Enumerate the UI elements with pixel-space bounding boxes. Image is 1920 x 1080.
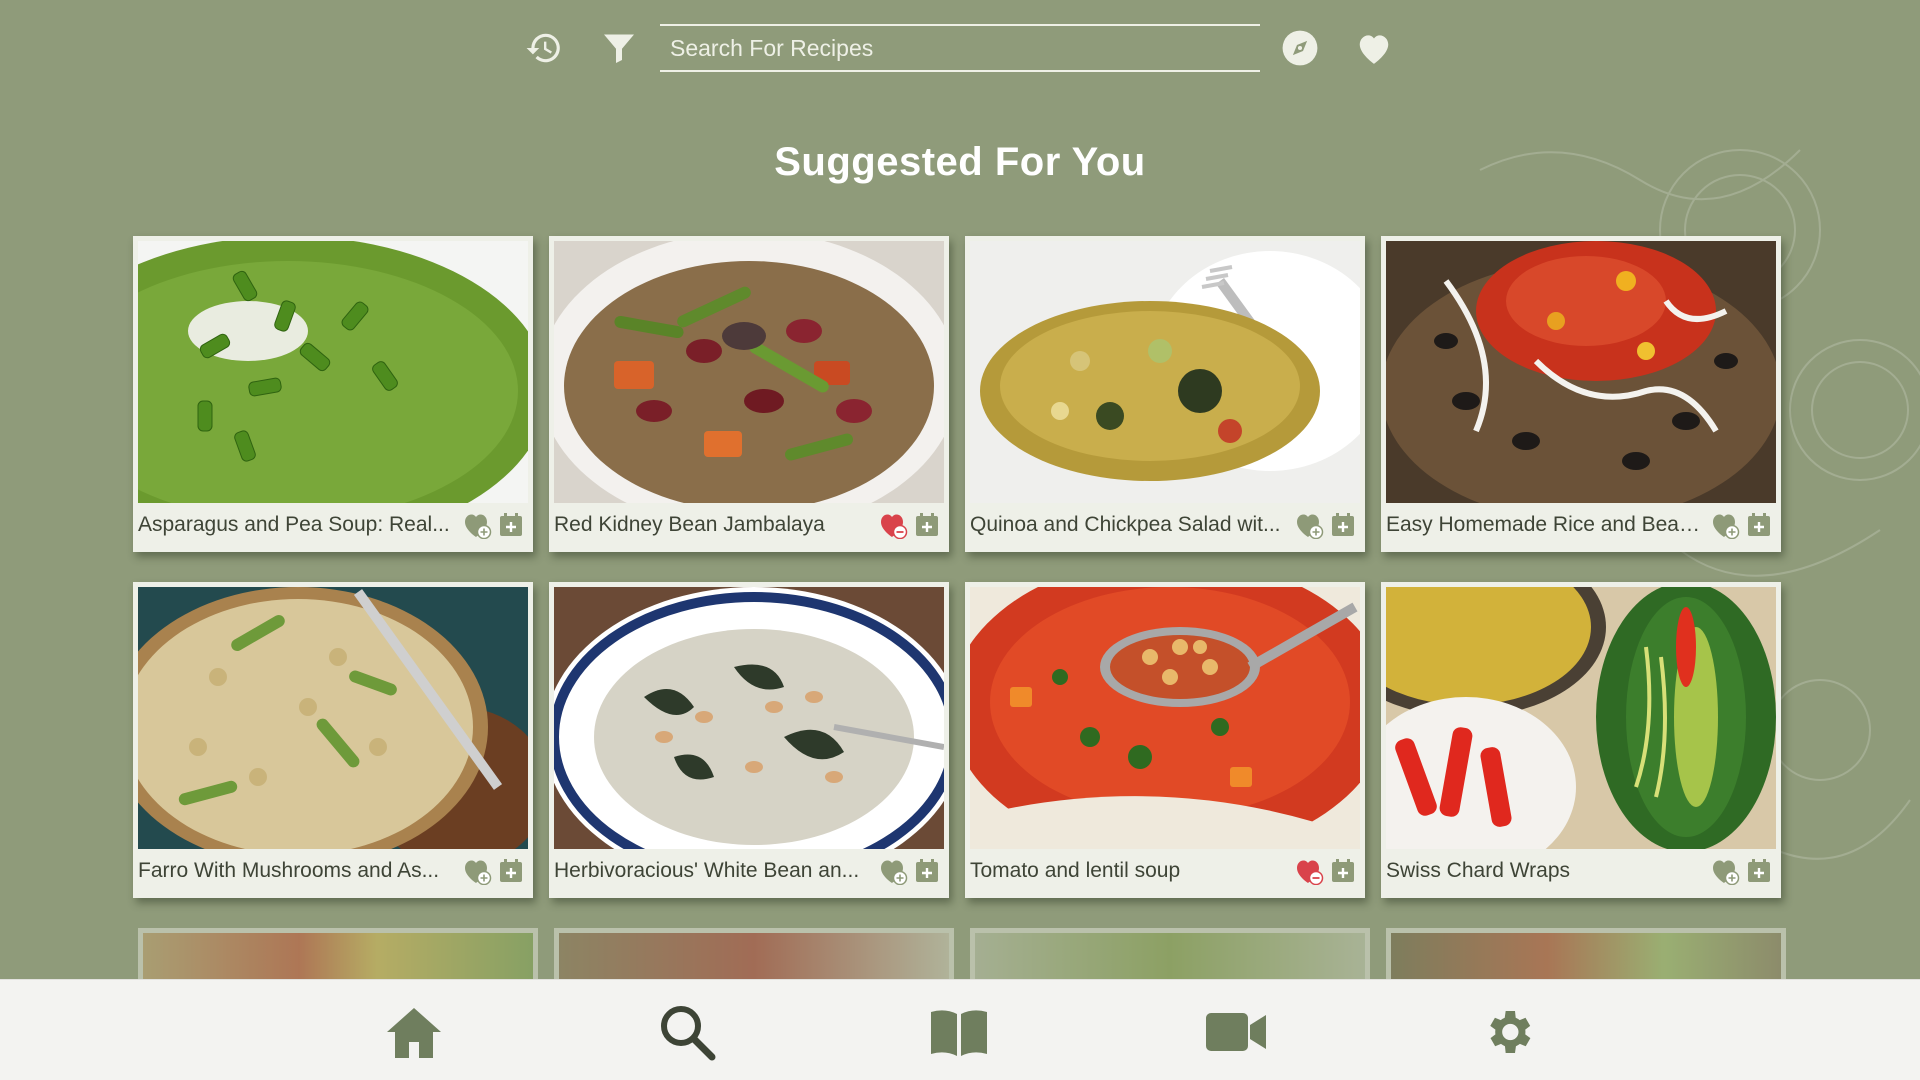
- recipe-title[interactable]: Herbivoracious' White Bean an...: [554, 859, 874, 883]
- recipe-image[interactable]: [554, 587, 944, 849]
- recipe-card[interactable]: Tomato and lentil soup: [965, 582, 1365, 898]
- remove-favorite-heart-icon[interactable]: [878, 510, 908, 540]
- recipe-image[interactable]: [970, 587, 1360, 849]
- add-favorite-heart-icon[interactable]: [1710, 510, 1740, 540]
- recipe-card[interactable]: Herbivoracious' White Bean an...: [549, 582, 949, 898]
- recipe-image[interactable]: [138, 241, 528, 503]
- remove-favorite-heart-icon[interactable]: [1294, 856, 1324, 886]
- settings-gear-icon[interactable]: [1476, 1002, 1540, 1062]
- video-icon[interactable]: [1204, 1002, 1268, 1062]
- recipe-title[interactable]: Red Kidney Bean Jambalaya: [554, 513, 874, 537]
- recipe-image[interactable]: [970, 241, 1360, 503]
- add-to-calendar-icon[interactable]: [496, 510, 526, 540]
- search-bar: [660, 24, 1260, 72]
- search-input[interactable]: [660, 26, 1260, 70]
- add-favorite-heart-icon[interactable]: [462, 510, 492, 540]
- recipe-image[interactable]: [138, 587, 528, 849]
- history-icon[interactable]: [522, 26, 566, 70]
- add-to-calendar-icon[interactable]: [1744, 856, 1774, 886]
- recipe-image[interactable]: [1386, 241, 1776, 503]
- recipe-title[interactable]: Farro With Mushrooms and As...: [138, 859, 458, 883]
- recipe-image[interactable]: [554, 241, 944, 503]
- recipe-card[interactable]: Easy Homemade Rice and Beans: [1381, 236, 1781, 552]
- recipe-card[interactable]: Red Kidney Bean Jambalaya: [549, 236, 949, 552]
- section-title: Suggested For You: [774, 140, 1146, 184]
- add-favorite-heart-icon[interactable]: [462, 856, 492, 886]
- add-to-calendar-icon[interactable]: [1328, 856, 1358, 886]
- compass-icon[interactable]: [1278, 26, 1322, 70]
- add-to-calendar-icon[interactable]: [912, 510, 942, 540]
- recipe-image[interactable]: [1386, 587, 1776, 849]
- bottom-nav: [0, 979, 1920, 1080]
- recipe-title[interactable]: Asparagus and Pea Soup: Real...: [138, 513, 458, 537]
- home-icon[interactable]: [382, 1002, 446, 1062]
- filter-icon[interactable]: [597, 26, 641, 70]
- search-icon[interactable]: [655, 1002, 719, 1062]
- add-to-calendar-icon[interactable]: [1744, 510, 1774, 540]
- add-favorite-heart-icon[interactable]: [1294, 510, 1324, 540]
- recipe-title[interactable]: Tomato and lentil soup: [970, 859, 1290, 883]
- add-to-calendar-icon[interactable]: [912, 856, 942, 886]
- recipe-card[interactable]: Farro With Mushrooms and As...: [133, 582, 533, 898]
- recipe-card[interactable]: Asparagus and Pea Soup: Real...: [133, 236, 533, 552]
- recipe-card[interactable]: Swiss Chard Wraps: [1381, 582, 1781, 898]
- book-icon[interactable]: [927, 1002, 991, 1062]
- top-bar: [0, 0, 1920, 100]
- recipe-title[interactable]: Easy Homemade Rice and Beans: [1386, 513, 1706, 537]
- favorites-heart-icon[interactable]: [1352, 26, 1396, 70]
- add-to-calendar-icon[interactable]: [1328, 510, 1358, 540]
- recipe-card[interactable]: Quinoa and Chickpea Salad wit...: [965, 236, 1365, 552]
- recipe-title[interactable]: Swiss Chard Wraps: [1386, 859, 1706, 883]
- recipe-title[interactable]: Quinoa and Chickpea Salad wit...: [970, 513, 1290, 537]
- add-to-calendar-icon[interactable]: [496, 856, 526, 886]
- add-favorite-heart-icon[interactable]: [1710, 856, 1740, 886]
- add-favorite-heart-icon[interactable]: [878, 856, 908, 886]
